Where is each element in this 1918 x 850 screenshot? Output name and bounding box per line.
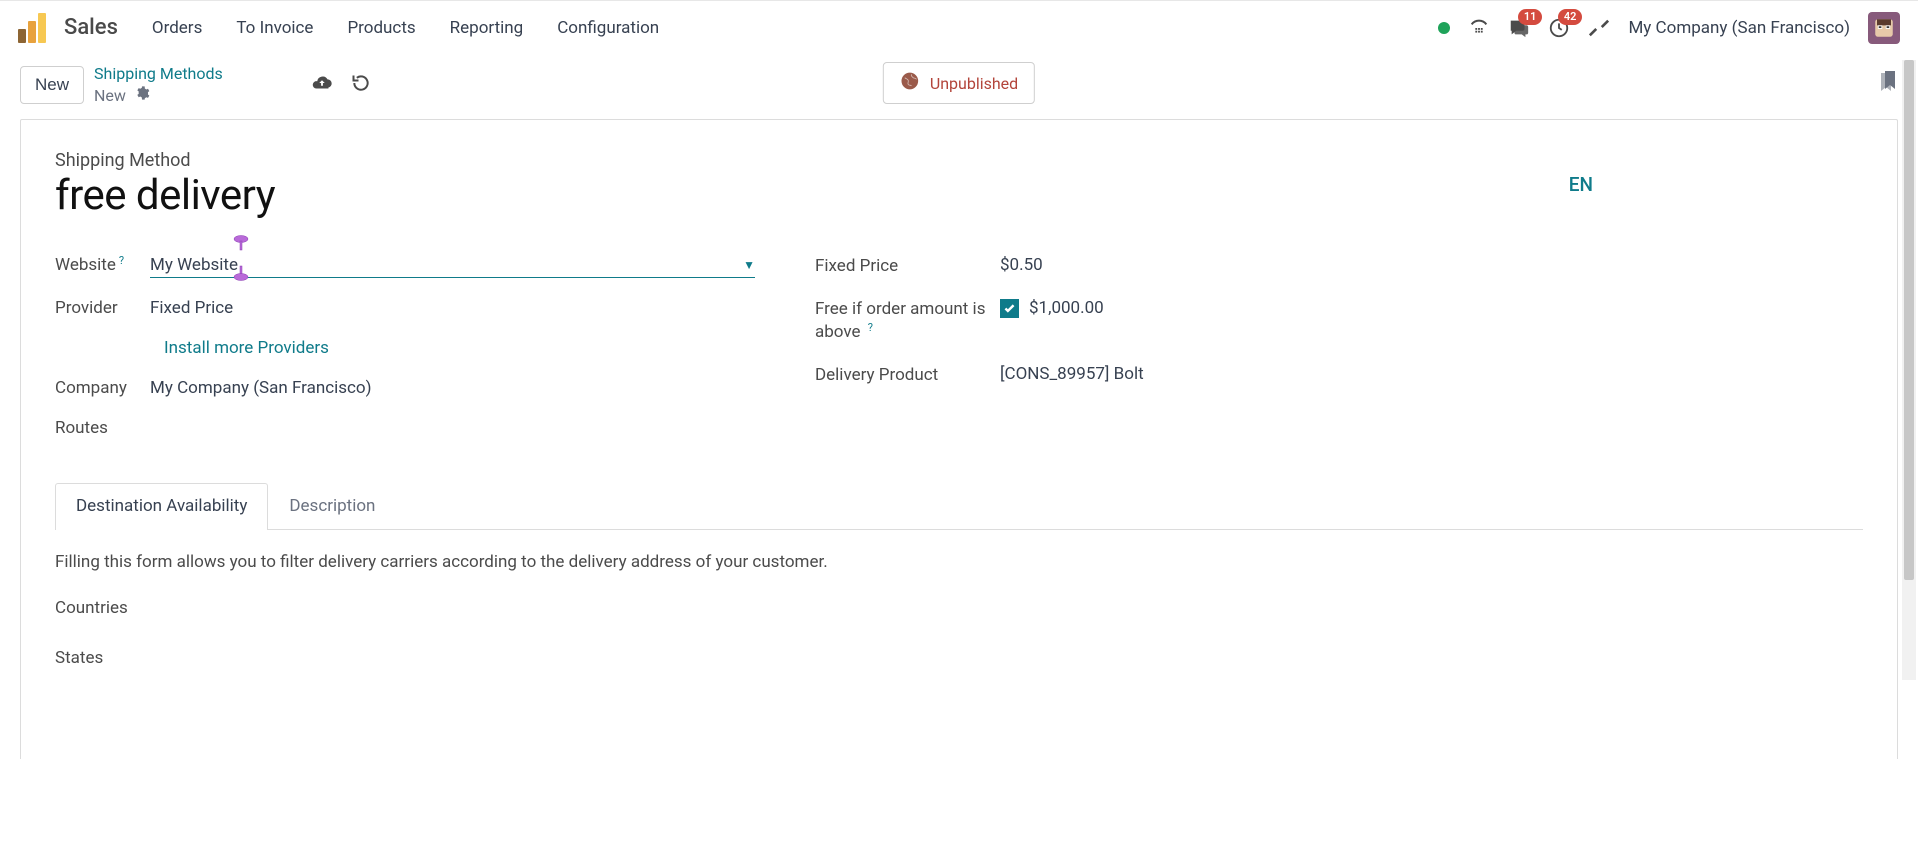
nav-to-invoice[interactable]: To Invoice (226, 12, 323, 44)
provider-value[interactable]: Fixed Price (150, 298, 755, 318)
debug-tools-icon[interactable] (1588, 17, 1610, 39)
label-free-if: Free if order amount is above ? (815, 298, 1000, 344)
discard-icon[interactable] (351, 73, 371, 97)
fixed-price-value[interactable]: $0.50 (1000, 255, 1515, 275)
label-states: States (55, 648, 1863, 668)
app-name[interactable]: Sales (64, 15, 118, 40)
nav-reporting[interactable]: Reporting (440, 12, 534, 44)
bookmark-icon[interactable] (1878, 71, 1898, 99)
form-left-column: Website? My Website ▼ Provider Fixed Pri… (55, 245, 755, 448)
help-icon[interactable]: ? (868, 321, 873, 334)
dest-help-text: Filling this form allows you to filter d… (55, 552, 1863, 572)
unpublished-button[interactable]: Unpublished (883, 62, 1035, 104)
save-discard-group (311, 72, 371, 98)
messages-icon[interactable]: 11 (1508, 17, 1530, 39)
chevron-down-icon: ▼ (743, 258, 755, 272)
label-provider: Provider (55, 298, 150, 318)
text-cursor-top-icon (233, 235, 249, 251)
tab-bar: Destination Availability Description (55, 482, 1863, 530)
breadcrumb-parent[interactable]: Shipping Methods (94, 64, 223, 83)
label-routes: Routes (55, 418, 150, 438)
label-delivery-product: Delivery Product (815, 364, 1000, 387)
top-navbar: Sales Orders To Invoice Products Reporti… (0, 0, 1918, 54)
cloud-save-icon[interactable] (311, 72, 333, 98)
label-company: Company (55, 378, 150, 398)
tab-description[interactable]: Description (268, 483, 396, 530)
navbar-left: Sales Orders To Invoice Products Reporti… (18, 12, 669, 44)
breadcrumb-current: New (94, 86, 126, 105)
activities-badge: 42 (1558, 9, 1583, 25)
record-title-input[interactable]: free delivery (55, 173, 275, 219)
free-if-amount[interactable]: $1,000.00 (1029, 298, 1104, 318)
nav-orders[interactable]: Orders (142, 12, 212, 44)
help-icon[interactable]: ? (119, 254, 124, 267)
nav-configuration[interactable]: Configuration (547, 12, 669, 44)
website-value: My Website (150, 255, 238, 275)
tab-destination-availability[interactable]: Destination Availability (55, 483, 268, 530)
scrollbar[interactable] (1902, 60, 1916, 680)
user-avatar[interactable] (1868, 12, 1900, 44)
voip-icon[interactable] (1468, 17, 1490, 39)
company-value[interactable]: My Company (San Francisco) (150, 378, 755, 398)
unpublished-label: Unpublished (930, 74, 1018, 93)
new-button[interactable]: New (20, 66, 84, 104)
website-dropdown[interactable]: My Website ▼ (150, 255, 755, 278)
delivery-product-value[interactable]: [CONS_89957] Bolt (1000, 364, 1515, 384)
presence-status-icon[interactable] (1438, 22, 1450, 34)
company-switcher[interactable]: My Company (San Francisco) (1628, 18, 1850, 38)
activities-icon[interactable]: 42 (1548, 17, 1570, 39)
label-countries: Countries (55, 598, 1863, 618)
scrollbar-thumb[interactable] (1904, 60, 1914, 580)
install-providers-link[interactable]: Install more Providers (164, 338, 329, 358)
app-logo-icon[interactable] (18, 13, 46, 43)
breadcrumb: Shipping Methods New (94, 64, 223, 105)
translate-button[interactable]: EN (1569, 173, 1863, 196)
free-if-checkbox[interactable] (1000, 299, 1019, 318)
control-bar: New Shipping Methods New Unpublished (0, 54, 1918, 119)
navbar-right: 11 42 My Company (San Francisco) (1438, 12, 1900, 44)
sheet-label: Shipping Method (55, 150, 1863, 171)
nav-products[interactable]: Products (337, 12, 425, 44)
globe-icon (900, 71, 920, 95)
tab-content: Filling this form allows you to filter d… (55, 530, 1863, 668)
gear-icon[interactable] (134, 85, 150, 105)
form-sheet: Shipping Method free delivery EN Website… (20, 119, 1898, 759)
label-fixed-price: Fixed Price (815, 255, 1000, 278)
label-website: Website? (55, 255, 150, 275)
form-right-column: Fixed Price $0.50 Free if order amount i… (815, 245, 1515, 448)
messages-badge: 11 (1518, 9, 1543, 25)
